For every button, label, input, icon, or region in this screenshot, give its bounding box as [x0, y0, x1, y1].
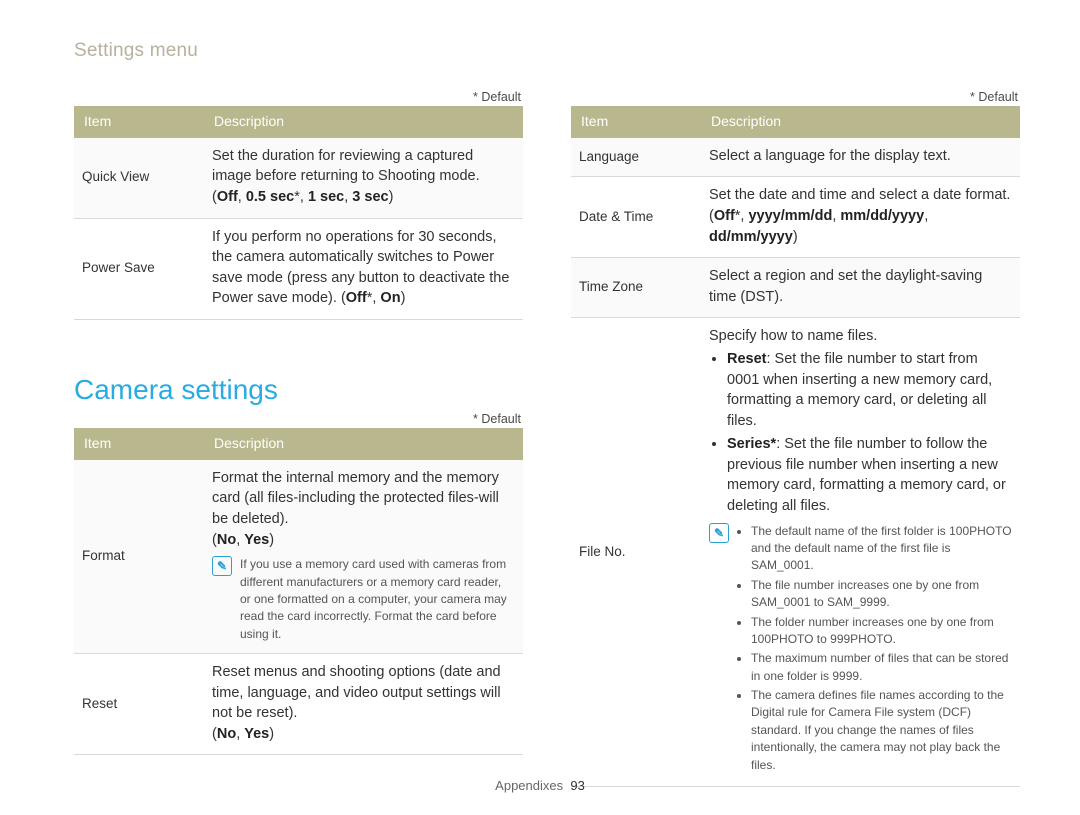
table-row: Format Format the internal memory and th… — [74, 460, 523, 654]
options-text: No — [217, 726, 236, 742]
page-footer: Appendixes 93 — [0, 778, 1080, 793]
cell-item: Format — [74, 460, 204, 654]
cell-desc: If you perform no operations for 30 seco… — [204, 218, 523, 319]
right-column: * Default Item Description Language Sele… — [571, 90, 1020, 787]
note-icon: ✎ — [212, 556, 232, 576]
option-list: Reset: Set the file number to start from… — [709, 349, 1012, 517]
list-item: The folder number increases one by one f… — [751, 614, 1012, 649]
list-item: Series*: Set the file number to follow t… — [727, 434, 1012, 516]
cell-item: Language — [571, 138, 701, 177]
list-item: Reset: Set the file number to start from… — [727, 349, 1012, 431]
table-row: Power Save If you perform no operations … — [74, 218, 523, 319]
col-header-desc: Description — [204, 106, 523, 138]
cell-item: Time Zone — [571, 258, 701, 318]
note-block: ✎ If you use a memory card used with cam… — [212, 556, 515, 643]
settings-table-right: Item Description Language Select a langu… — [571, 106, 1020, 787]
list-item: The maximum number of files that can be … — [751, 650, 1012, 685]
note-block: ✎ The default name of the first folder i… — [709, 523, 1012, 776]
default-note: * Default — [74, 412, 523, 426]
cell-item: Reset — [74, 654, 204, 755]
desc-text: Reset menus and shooting options (date a… — [212, 664, 501, 721]
col-header-desc: Description — [204, 428, 523, 460]
cell-item: Power Save — [74, 218, 204, 319]
desc-text: Specify how to name files. — [709, 328, 877, 344]
table-row: Quick View Set the duration for reviewin… — [74, 138, 523, 218]
note-list: The default name of the first folder is … — [737, 523, 1012, 776]
cell-item: Date & Time — [571, 177, 701, 258]
table-row: Reset Reset menus and shooting options (… — [74, 654, 523, 755]
desc-text: Format the internal memory and the memor… — [212, 470, 499, 527]
cell-desc: Format the internal memory and the memor… — [204, 460, 523, 654]
table-row: Time Zone Select a region and set the da… — [571, 258, 1020, 318]
desc-tail: ) — [401, 290, 406, 306]
cell-item: File No. — [571, 318, 701, 787]
cell-item: Quick View — [74, 138, 204, 218]
table-row: Date & Time Set the date and time and se… — [571, 177, 1020, 258]
note-text: If you use a memory card used with camer… — [240, 556, 515, 643]
two-column-layout: * Default Item Description Quick View Se… — [74, 90, 1020, 787]
cell-desc: Select a region and set the daylight-sav… — [701, 258, 1020, 318]
desc-text: Set the date and time and select a date … — [709, 187, 1010, 203]
options-text: No — [217, 532, 236, 548]
cell-desc: Set the date and time and select a date … — [701, 177, 1020, 258]
section-heading-camera-settings: Camera settings — [74, 374, 523, 406]
cell-desc: Set the duration for reviewing a capture… — [204, 138, 523, 218]
col-header-item: Item — [74, 428, 204, 460]
settings-table-top: Item Description Quick View Set the dura… — [74, 106, 523, 320]
settings-table-camera: Item Description Format Format the inter… — [74, 428, 523, 755]
cell-desc: Select a language for the display text. — [701, 138, 1020, 177]
list-item: The camera defines file names according … — [751, 687, 1012, 774]
note-icon: ✎ — [709, 523, 729, 543]
default-note: * Default — [571, 90, 1020, 104]
options-text: Off — [714, 208, 735, 224]
default-note: * Default — [74, 90, 523, 104]
footer-section: Appendixes — [495, 778, 563, 793]
left-column: * Default Item Description Quick View Se… — [74, 90, 523, 787]
list-item: The file number increases one by one fro… — [751, 577, 1012, 612]
options-text: Off — [346, 290, 367, 306]
desc-text: Set the duration for reviewing a capture… — [212, 148, 480, 185]
cell-desc: Specify how to name files. Reset: Set th… — [701, 318, 1020, 787]
manual-page: { "crumb": "Settings menu", "default_lab… — [0, 0, 1080, 815]
options-text: Off — [217, 189, 238, 205]
page-number: 93 — [570, 778, 584, 793]
table-row: Language Select a language for the displ… — [571, 138, 1020, 177]
cell-desc: Reset menus and shooting options (date a… — [204, 654, 523, 755]
col-header-desc: Description — [701, 106, 1020, 138]
list-item: The default name of the first folder is … — [751, 523, 1012, 575]
table-row: File No. Specify how to name files. Rese… — [571, 318, 1020, 787]
col-header-item: Item — [571, 106, 701, 138]
breadcrumb: Settings menu — [74, 40, 1020, 62]
col-header-item: Item — [74, 106, 204, 138]
